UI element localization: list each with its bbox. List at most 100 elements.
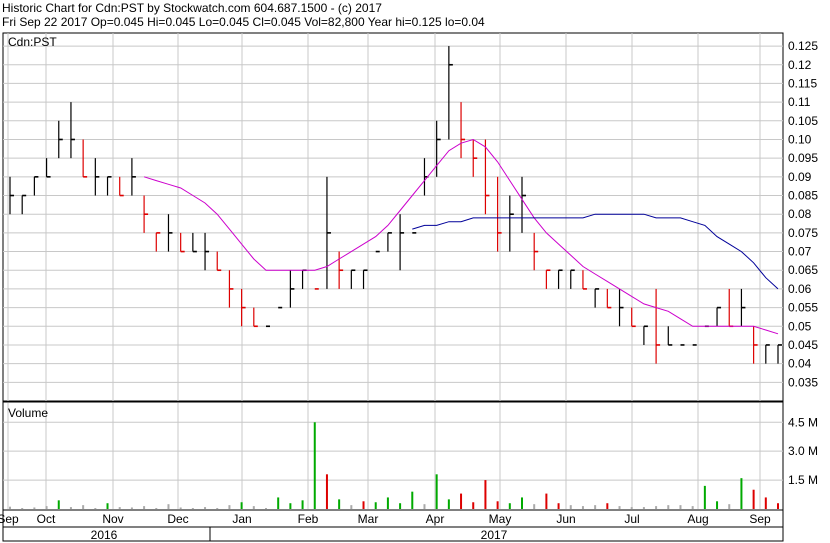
volume-bar [94, 508, 97, 509]
volume-bar [703, 485, 706, 509]
volume-bar [655, 506, 658, 509]
volume-bar [106, 503, 109, 509]
volume-bar [399, 503, 402, 509]
price-tick-label: 0.06 [788, 282, 812, 296]
volume-bar [606, 503, 609, 509]
month-label: Jul [624, 512, 639, 526]
price-axis: 0.035 0.04 0.045 0.05 0.055 0.06 0.065 0.07 0.07… [788, 39, 818, 389]
price-tick-label: 0.05 [788, 319, 812, 333]
volume-bar [143, 506, 146, 509]
price-panel-title: Cdn:PST [8, 35, 57, 49]
volume-bar [204, 507, 207, 509]
volume-bar [21, 508, 24, 509]
volume-bar [82, 505, 85, 509]
volume-bar [484, 480, 487, 509]
price-tick-label: 0.10 [788, 132, 812, 146]
volume-bar [460, 493, 463, 509]
volume-tick-label: 3.0 M [788, 444, 818, 458]
volume-bar [667, 505, 670, 509]
volume-bar [618, 506, 621, 509]
volume-bar [289, 503, 292, 509]
volume-bar [691, 506, 694, 509]
volume-bar [277, 497, 280, 509]
volume-bar [313, 422, 316, 509]
volume-panel-title: Volume [8, 406, 48, 420]
volume-bar [508, 503, 511, 509]
month-label: May [489, 512, 512, 526]
volume-bar [216, 508, 219, 509]
price-tick-label: 0.11 [788, 95, 811, 109]
volume-bar [338, 499, 341, 509]
volume-bar [642, 507, 645, 509]
volume-bar [252, 506, 255, 509]
volume-bar [362, 501, 365, 509]
price-tick-label: 0.08 [788, 207, 812, 221]
volume-bar [374, 502, 377, 509]
volume-bar [33, 507, 36, 509]
price-tick-label: 0.075 [788, 226, 818, 240]
volume-bar [423, 504, 426, 509]
price-tick-label: 0.085 [788, 189, 818, 203]
price-tick-label: 0.09 [788, 170, 812, 184]
volume-bar [386, 497, 389, 509]
month-label: Aug [687, 512, 708, 526]
volume-axis: 1.5 M 3.0 M 4.5 M [788, 415, 818, 487]
month-label: Nov [102, 512, 123, 526]
volume-bar [569, 505, 572, 509]
volume-bar [472, 502, 475, 509]
volume-bar [447, 499, 450, 509]
volume-bar [325, 474, 328, 509]
volume-bar [167, 504, 170, 509]
price-tick-label: 0.095 [788, 151, 818, 165]
month-label: Apr [426, 512, 445, 526]
year-label-2016: 2016 [91, 528, 118, 542]
price-tick-label: 0.125 [788, 39, 818, 53]
volume-bar [240, 502, 243, 509]
volume-bar [435, 474, 438, 509]
volume-bar [594, 505, 597, 509]
month-label: Jun [556, 512, 575, 526]
volume-bar [557, 503, 560, 509]
volume-bar [728, 504, 731, 509]
month-label: Sep [0, 512, 19, 526]
volume-bar [179, 507, 182, 509]
volume-bar [521, 497, 523, 509]
volume-bar [777, 503, 779, 509]
volume-bar [301, 500, 304, 509]
volume-bar [69, 507, 72, 509]
year-label-2017: 2017 [481, 528, 508, 542]
month-label: Sep [749, 512, 771, 526]
volume-bar [411, 491, 414, 509]
volume-bar [265, 508, 267, 509]
price-tick-label: 0.105 [788, 114, 818, 128]
volume-bar [581, 506, 584, 509]
volume-bar [228, 505, 231, 509]
price-tick-label: 0.065 [788, 263, 818, 277]
month-label: Mar [358, 512, 379, 526]
price-tick-label: 0.055 [788, 301, 818, 315]
volume-bar [496, 501, 499, 509]
month-label: Jan [232, 512, 251, 526]
price-panel [2, 32, 784, 402]
chart-canvas: 0.035 0.04 0.045 0.05 0.055 0.06 0.065 0.07 0.07… [0, 32, 818, 542]
volume-bar [716, 501, 719, 509]
volume-bar [630, 507, 633, 509]
volume-bar [679, 505, 682, 509]
price-tick-label: 0.115 [788, 76, 817, 90]
price-tick-label: 0.12 [788, 58, 812, 72]
volume-tick-label: 1.5 M [788, 473, 818, 487]
volume-bar [191, 508, 194, 509]
price-tick-label: 0.07 [788, 245, 812, 259]
price-tick-label: 0.035 [788, 375, 818, 389]
month-label: Oct [37, 512, 56, 526]
volume-bar [545, 493, 548, 509]
volume-bar [764, 497, 767, 509]
volume-tick-label: 4.5 M [788, 415, 818, 429]
month-label: Dec [167, 512, 188, 526]
month-label: Feb [298, 512, 319, 526]
price-tick-label: 0.045 [788, 338, 818, 352]
price-tick-label: 0.04 [788, 357, 812, 371]
volume-bar [533, 504, 536, 509]
volume-bar [130, 507, 133, 509]
volume-bar [350, 505, 353, 509]
